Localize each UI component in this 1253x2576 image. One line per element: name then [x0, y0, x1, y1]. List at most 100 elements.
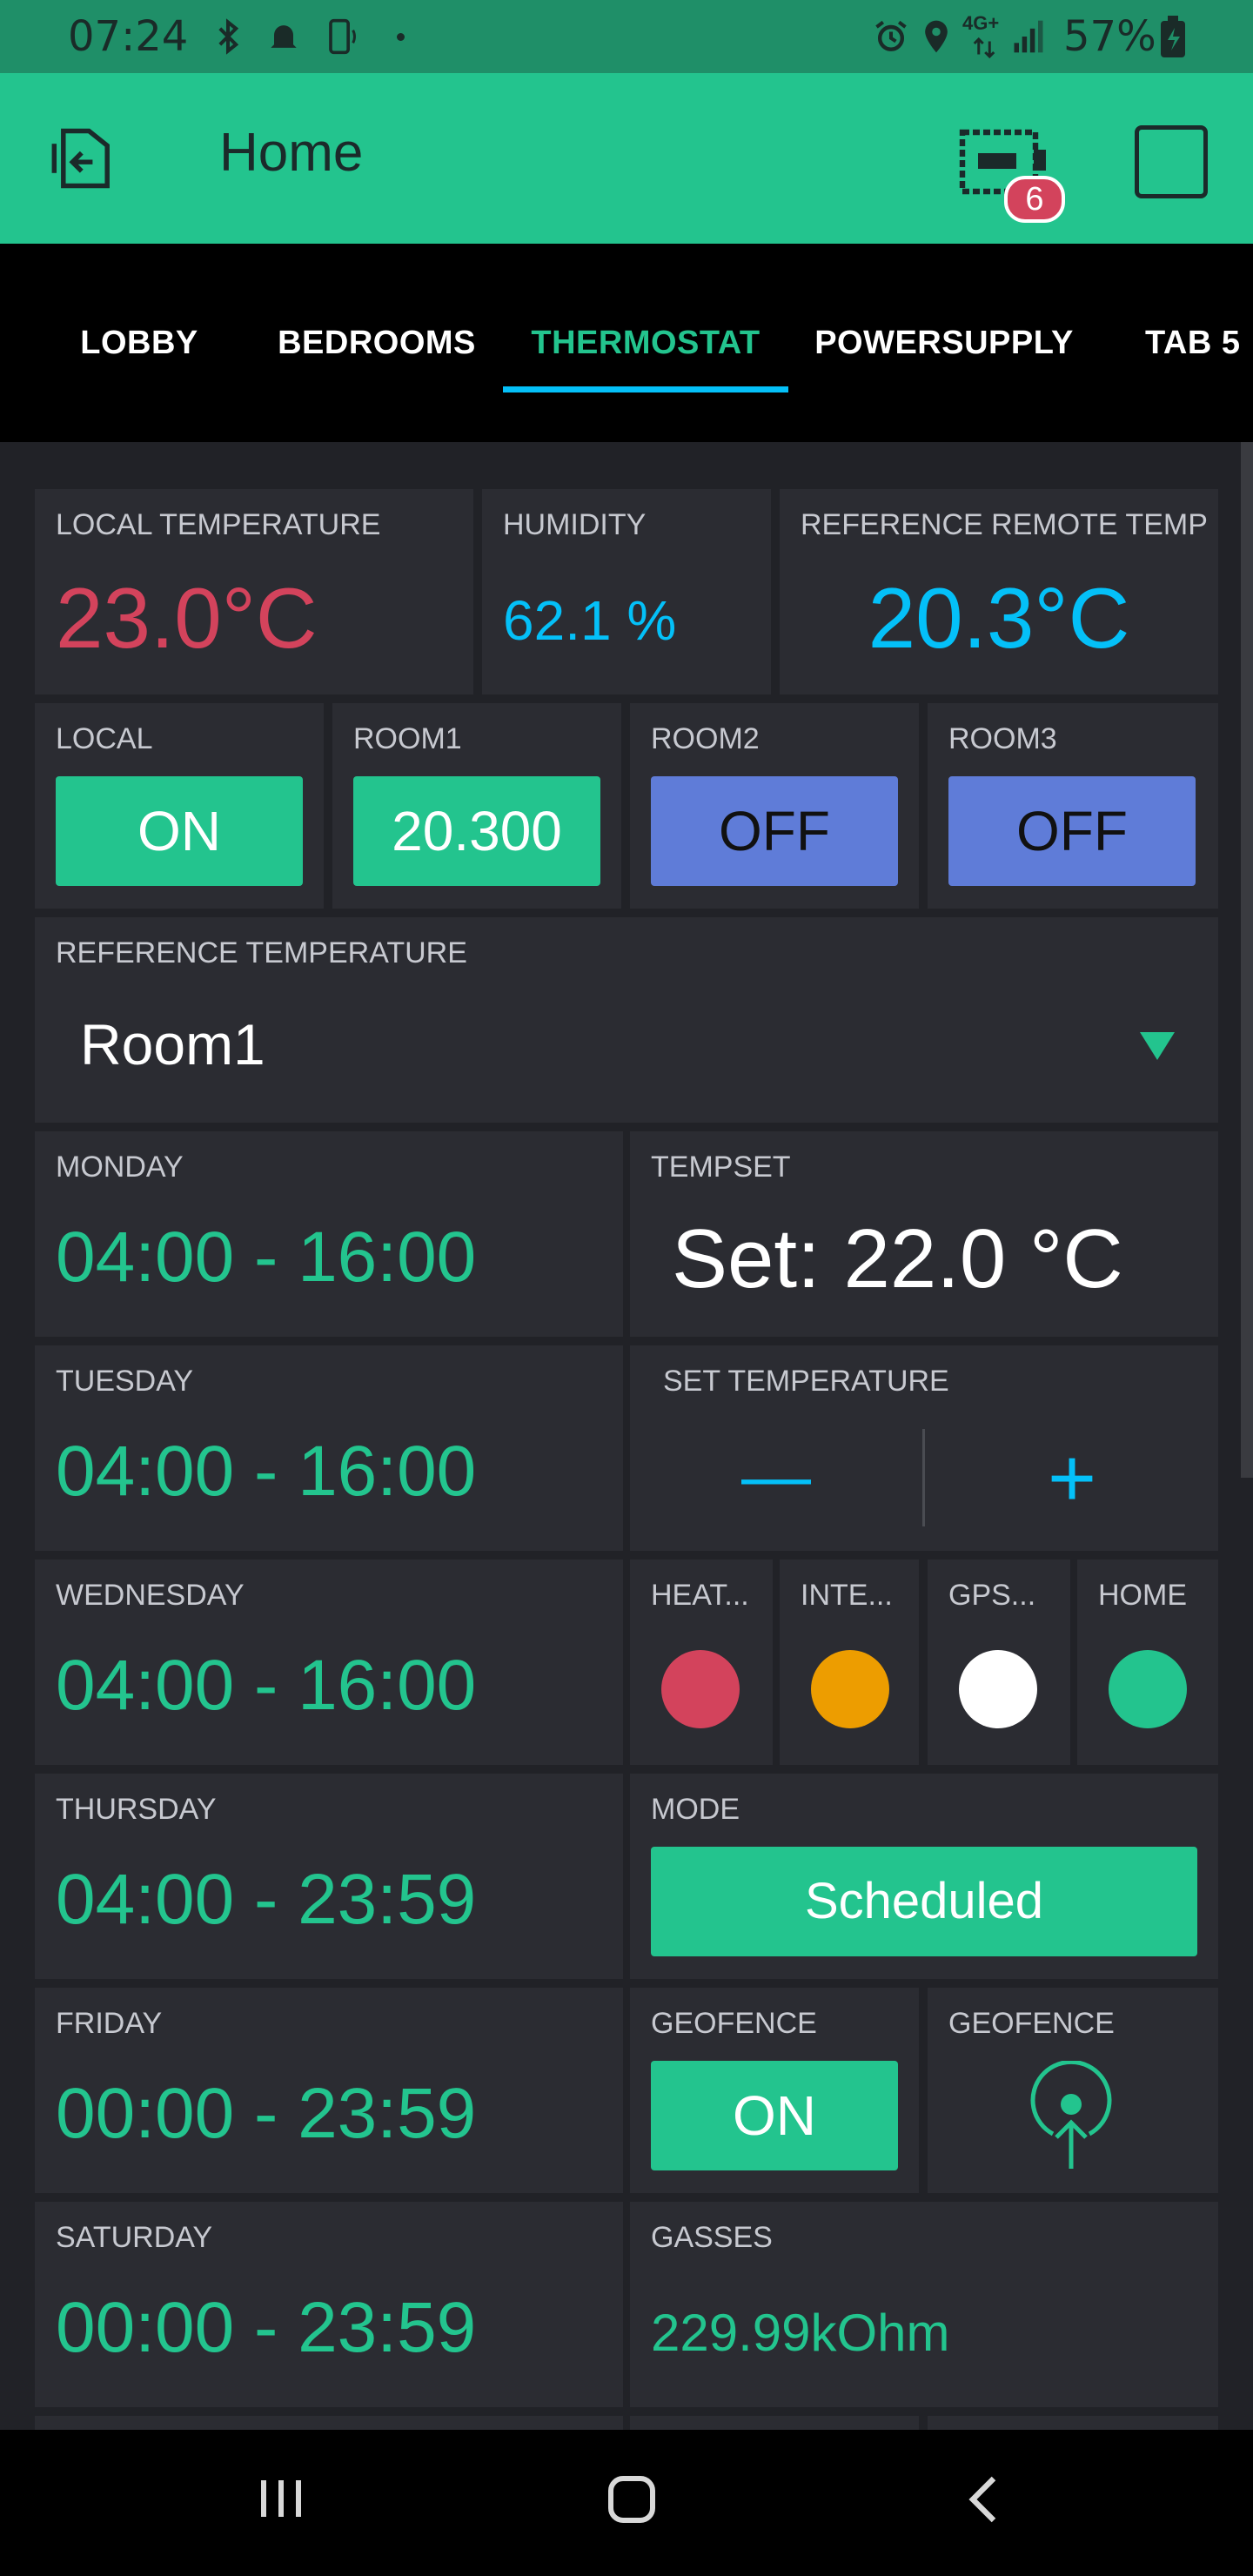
widget-label: GEOFENCE — [948, 2007, 1115, 2040]
tuesday-schedule-widget[interactable]: TUESDAY 04:00 - 16:00 — [35, 1345, 623, 1551]
widget-label: REFERENCE TEMPERATURE — [56, 936, 467, 969]
signal-icon — [1014, 20, 1043, 53]
widget-label: THURSDAY — [56, 1793, 217, 1826]
recent-apps-icon[interactable] — [258, 2475, 305, 2522]
local-on-button[interactable]: ON — [56, 776, 303, 886]
app-bar — [0, 73, 1253, 244]
widget-label: INTE... — [801, 1579, 893, 1612]
heat-led-indicator — [661, 1650, 740, 1728]
tempset-widget: TEMPSET Set: 22.0 °C — [630, 1131, 1218, 1337]
home-led-widget: HOME — [1077, 1560, 1218, 1765]
scrollbar[interactable] — [1241, 442, 1253, 1478]
widget-label: GPS... — [948, 1579, 1036, 1612]
saturday-schedule-widget[interactable]: SATURDAY 00:00 - 23:59 — [35, 2202, 623, 2407]
notification-bell-icon — [271, 25, 297, 51]
plus-icon: + — [1047, 1432, 1097, 1525]
exit-project-icon[interactable] — [49, 122, 122, 195]
widget-label: TEMPSET — [651, 1150, 791, 1184]
widget-label: HEAT... — [651, 1579, 749, 1612]
saturday-time-range: 00:00 - 23:59 — [56, 2288, 477, 2367]
more-notifications-dot — [397, 33, 405, 41]
room1-button-widget: ROOM1 20.300 — [332, 703, 621, 909]
widget-label: TUESDAY — [56, 1365, 194, 1398]
page-title: Home — [219, 123, 364, 183]
thursday-time-range: 04:00 - 23:59 — [56, 1860, 477, 1939]
back-nav-icon[interactable] — [964, 2473, 1002, 2526]
widget-label: WEDNESDAY — [56, 1579, 245, 1612]
tab-5[interactable]: TAB 5 — [1145, 244, 1253, 442]
gasses-widget: GASSES 229.99kOhm — [630, 2202, 1218, 2407]
reference-temperature-widget: REFERENCE TEMPERATURE Room1 — [35, 917, 1218, 1123]
monday-schedule-widget[interactable]: MONDAY 04:00 - 16:00 — [35, 1131, 623, 1337]
data-transfer-icon — [973, 37, 995, 59]
location-icon — [925, 20, 948, 53]
room3-off-button[interactable]: OFF — [948, 776, 1196, 886]
widget-label: HUMIDITY — [503, 508, 647, 541]
wednesday-schedule-widget[interactable]: WEDNESDAY 04:00 - 16:00 — [35, 1560, 623, 1765]
gps-led-widget: GPS... — [928, 1560, 1070, 1765]
tab-powersupply[interactable]: POWERSUPPLY — [809, 244, 1079, 442]
devices-count-badge: 6 — [1004, 176, 1065, 223]
geofence-on-button[interactable]: ON — [651, 2061, 898, 2170]
monday-time-range: 04:00 - 16:00 — [56, 1218, 477, 1297]
widget-label: LOCAL TEMPERATURE — [56, 508, 381, 541]
geofence-location-icon[interactable] — [1023, 2061, 1119, 2174]
tab-bar: LOBBY BEDROOMS THERMOSTAT POWERSUPPLY TA… — [0, 244, 1253, 442]
home-nav-icon[interactable] — [606, 2473, 658, 2526]
geofence-button-widget: GEOFENCE ON — [630, 1988, 919, 2193]
room1-button[interactable]: 20.300 — [353, 776, 600, 886]
local-temperature-widget: LOCAL TEMPERATURE 23.0°C — [35, 489, 473, 694]
widget-label: ROOM3 — [948, 722, 1057, 755]
friday-time-range: 00:00 - 23:59 — [56, 2074, 477, 2153]
humidity-value: 62.1 % — [503, 589, 677, 652]
widget-label: GEOFENCE — [651, 2007, 817, 2040]
wednesday-time-range: 04:00 - 16:00 — [56, 1646, 477, 1725]
next-row-widget — [35, 2416, 623, 2430]
tempset-value: Set: 22.0 °C — [672, 1212, 1123, 1305]
next-row-widget — [630, 2416, 919, 2430]
widget-label: MONDAY — [56, 1150, 184, 1184]
inte-led-widget: INTE... — [780, 1560, 919, 1765]
tuesday-time-range: 04:00 - 16:00 — [56, 1432, 477, 1511]
set-temperature-widget: SET TEMPERATURE — + — [630, 1345, 1218, 1551]
mode-widget: MODE Scheduled — [630, 1774, 1218, 1979]
gps-led-indicator — [959, 1650, 1037, 1728]
battery-percent: 57% — [1063, 12, 1156, 61]
widget-label: FRIDAY — [56, 2007, 163, 2040]
widget-label: GASSES — [651, 2221, 773, 2254]
widget-label: MODE — [651, 1793, 740, 1826]
overflow-square-button[interactable] — [1135, 125, 1208, 198]
humidity-widget: HUMIDITY 62.1 % — [482, 489, 771, 694]
remote-temp-value: 20.3°C — [868, 570, 1130, 666]
next-row-widget — [928, 2416, 1218, 2430]
battery-icon — [1161, 16, 1185, 57]
reference-temperature-dropdown[interactable]: Room1 — [35, 996, 1218, 1091]
local-button-widget: LOCAL ON — [35, 703, 324, 909]
widget-label: HOME — [1098, 1579, 1187, 1612]
decrease-temperature-button[interactable]: — — [630, 1419, 922, 1540]
bluetooth-icon — [218, 18, 239, 55]
room2-off-button[interactable]: OFF — [651, 776, 898, 886]
increase-temperature-button[interactable]: + — [926, 1419, 1218, 1540]
tab-thermostat[interactable]: THERMOSTAT — [503, 244, 788, 442]
mode-segmented-button[interactable]: Scheduled — [651, 1847, 1197, 1956]
tab-bedrooms[interactable]: BEDROOMS — [261, 244, 492, 442]
widget-label: ROOM1 — [353, 722, 462, 755]
status-bar: 07:24 4G+ 57% — [0, 0, 1253, 73]
status-time: 07:24 — [68, 12, 189, 61]
geofence-trigger-widget: GEOFENCE — [928, 1988, 1218, 2193]
system-nav-bar — [0, 2430, 1253, 2576]
thursday-schedule-widget[interactable]: THURSDAY 04:00 - 23:59 — [35, 1774, 623, 1979]
heat-led-widget: HEAT... — [630, 1560, 773, 1765]
widget-label: SATURDAY — [56, 2221, 213, 2254]
friday-schedule-widget[interactable]: FRIDAY 00:00 - 23:59 — [35, 1988, 623, 2193]
widget-label: LOCAL — [56, 722, 153, 755]
dropdown-selected-value: Room1 — [80, 1012, 265, 1077]
home-led-indicator — [1109, 1650, 1187, 1728]
inte-led-indicator — [811, 1650, 889, 1728]
nfc-phone-icon — [329, 18, 356, 55]
reference-remote-temp-widget: REFERENCE REMOTE TEMP 20.3°C — [780, 489, 1218, 694]
minus-icon: — — [741, 1437, 811, 1514]
tab-lobby[interactable]: LOBBY — [52, 244, 226, 442]
stepper-divider — [922, 1429, 925, 1526]
